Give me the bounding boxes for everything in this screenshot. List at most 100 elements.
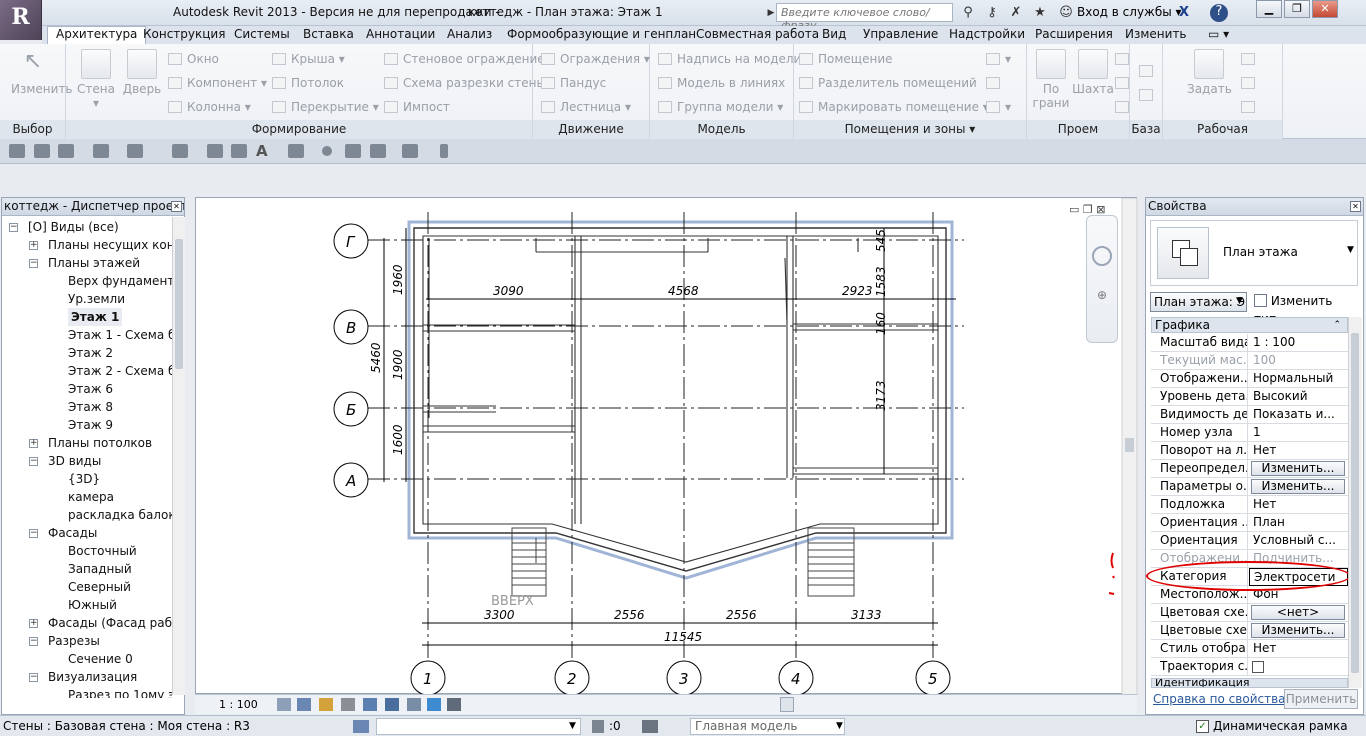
shaft-button[interactable]: Шахта	[1071, 49, 1115, 96]
model-group-button[interactable]: Группа модели ▾	[658, 100, 783, 114]
browser-tree-item[interactable]: Западный	[68, 560, 132, 578]
property-checkbox[interactable]	[1252, 661, 1264, 673]
component-button[interactable]: Компонент ▾	[168, 76, 267, 90]
type-selector[interactable]: План этажа ▼	[1150, 220, 1358, 286]
property-value[interactable]: Нормальный	[1249, 370, 1348, 388]
tab-architecture[interactable]: Архитектура	[47, 26, 147, 45]
ceiling-button[interactable]: Потолок	[272, 76, 344, 90]
sign-in-button[interactable]: Вход в службы ▾	[1077, 5, 1182, 19]
tree-toggle-icon[interactable]: +	[29, 619, 38, 628]
property-value[interactable]: План	[1249, 514, 1348, 532]
design-options-icon[interactable]	[642, 720, 658, 733]
tab-systems[interactable]: Системы	[234, 27, 290, 41]
property-row[interactable]: Ориентация ... План	[1151, 514, 1348, 532]
door-button[interactable]: Дверь	[120, 49, 164, 96]
design-option-select[interactable]: Главная модель	[690, 718, 845, 735]
property-value[interactable]: Фон	[1249, 586, 1348, 604]
section-identity[interactable]: Идентификация	[1151, 678, 1348, 688]
tab-collaborate[interactable]: Совместная работа	[696, 27, 819, 41]
tab-insert[interactable]: Вставка	[303, 27, 354, 41]
property-value[interactable]: Нет	[1249, 496, 1348, 514]
floor-button[interactable]: Перекрытие ▾	[272, 100, 379, 114]
type-dropdown-icon[interactable]: ▼	[1347, 245, 1354, 255]
properties-help-link[interactable]: Справка по свойствам	[1153, 692, 1295, 706]
floor-plan[interactable]: ВВЕРХ Г В Б А 1 2 3 4 5 3090 4568 2923 3…	[196, 197, 1138, 696]
app-menu-button[interactable]: R	[0, 0, 42, 40]
property-row[interactable]: Уровень дета... Высокий	[1151, 388, 1348, 406]
tab-annotate[interactable]: Аннотации	[366, 27, 435, 41]
property-edit-button[interactable]: Изменить...	[1251, 479, 1345, 494]
by-face-button[interactable]: По грани	[1029, 49, 1073, 110]
thin-lines-icon[interactable]	[345, 144, 361, 158]
browser-scrollbar[interactable]	[172, 217, 185, 695]
close-hidden-icon[interactable]	[370, 144, 386, 158]
browser-tree-item[interactable]: Планы потолков	[48, 434, 152, 452]
save-icon[interactable]	[34, 144, 50, 158]
highlight-displacement-icon[interactable]	[447, 698, 461, 711]
property-row[interactable]: Видимость де...Показать и...	[1151, 406, 1348, 424]
window-button[interactable]: Окно	[168, 52, 219, 66]
tab-structure[interactable]: Конструкция	[143, 27, 225, 41]
switch-windows-icon[interactable]	[402, 144, 418, 158]
browser-tree-item[interactable]: Северный	[68, 578, 131, 596]
tree-toggle-icon[interactable]: −	[29, 637, 38, 646]
section-graphics[interactable]: Графика ⌃	[1151, 317, 1348, 333]
property-row[interactable]: Параметры о... Изменить...	[1151, 478, 1348, 496]
tree-toggle-icon[interactable]: −	[29, 457, 38, 466]
properties-scrollbar[interactable]	[1348, 317, 1362, 688]
property-row[interactable]: Местополож... Фон	[1151, 586, 1348, 604]
browser-tree-item[interactable]: Южный	[68, 596, 117, 614]
level-button[interactable]	[1139, 64, 1153, 78]
analytical-model-icon[interactable]	[427, 698, 441, 711]
roof-button[interactable]: Крыша ▾	[272, 52, 345, 66]
tab-addins[interactable]: Надстройки	[949, 27, 1025, 41]
tag-icon[interactable]	[231, 144, 247, 158]
tab-massing-site[interactable]: Формообразующие и генплан	[507, 27, 696, 41]
modify-button[interactable]: ↖ Изменить	[11, 49, 73, 96]
property-row[interactable]: Масштаб вида 1 : 100	[1151, 334, 1348, 352]
property-value[interactable]: Нет	[1249, 640, 1348, 658]
visual-style-icon[interactable]	[297, 698, 311, 711]
property-value[interactable]: Высокий	[1249, 388, 1348, 406]
mullion-button[interactable]: Импост	[384, 100, 450, 114]
steering-wheel-icon[interactable]	[1092, 246, 1112, 266]
browser-tree-item[interactable]: Этаж 1 - Схема ба	[68, 326, 172, 344]
grid-button[interactable]	[1139, 88, 1153, 102]
help-icon[interactable]: ?	[1210, 4, 1228, 22]
show-workplane-button[interactable]	[1241, 52, 1260, 66]
set-workplane-button[interactable]: Задать	[1187, 49, 1232, 96]
property-value[interactable]: 1	[1249, 424, 1348, 442]
browser-tree-item[interactable]: камера	[68, 488, 114, 506]
browser-tree-item[interactable]: Этаж 2	[68, 344, 113, 362]
model-line-button[interactable]: Модель в линиях	[658, 76, 785, 90]
property-value[interactable]: Электросети	[1249, 568, 1348, 586]
sun-path-icon[interactable]	[319, 698, 333, 711]
collapse-icon[interactable]: ⌃	[1333, 318, 1341, 332]
ref-plane-button[interactable]	[1241, 76, 1260, 90]
area-button[interactable]: ▾	[986, 52, 1011, 66]
close-icon[interactable]: ✕	[171, 201, 182, 212]
property-row[interactable]: Отображени... Подчинить...	[1151, 550, 1348, 568]
property-edit-button[interactable]: <нет>	[1251, 605, 1345, 620]
stair-button[interactable]: Лестница ▾	[541, 100, 631, 114]
view-scale[interactable]: 1 : 100	[219, 698, 258, 711]
filter-dropdown-icon[interactable]: ▼	[1236, 296, 1243, 306]
browser-tree-item[interactable]: Визуализация	[48, 668, 137, 686]
close-icon[interactable]: ✕	[1312, 0, 1338, 18]
star-icon[interactable]: ★	[1032, 5, 1048, 21]
tab-analyze[interactable]: Анализ	[447, 27, 492, 41]
browser-tree-item[interactable]: Планы несущих конс	[48, 236, 172, 254]
browser-tree-item[interactable]: Разрез по 1ому эт	[68, 686, 172, 698]
model-text-button[interactable]: Надпись на модели	[658, 52, 801, 66]
browser-tree-item[interactable]: Планы этажей	[48, 254, 140, 272]
property-row[interactable]: Цветовые схе...Изменить...	[1151, 622, 1348, 640]
filter-icon[interactable]	[592, 720, 604, 733]
3d-view-icon[interactable]	[288, 144, 304, 158]
property-value[interactable]: 1 : 100	[1249, 334, 1348, 352]
dimension-icon[interactable]	[207, 144, 223, 158]
edit-type-button[interactable]: Изменить тип	[1254, 292, 1358, 326]
tab-modify[interactable]: Изменить	[1125, 27, 1187, 41]
properties-scroll-thumb[interactable]	[1351, 333, 1359, 673]
close-icon[interactable]: ✕	[1350, 201, 1361, 212]
panel-room-label[interactable]: Помещения и зоны ▾	[794, 120, 1026, 139]
